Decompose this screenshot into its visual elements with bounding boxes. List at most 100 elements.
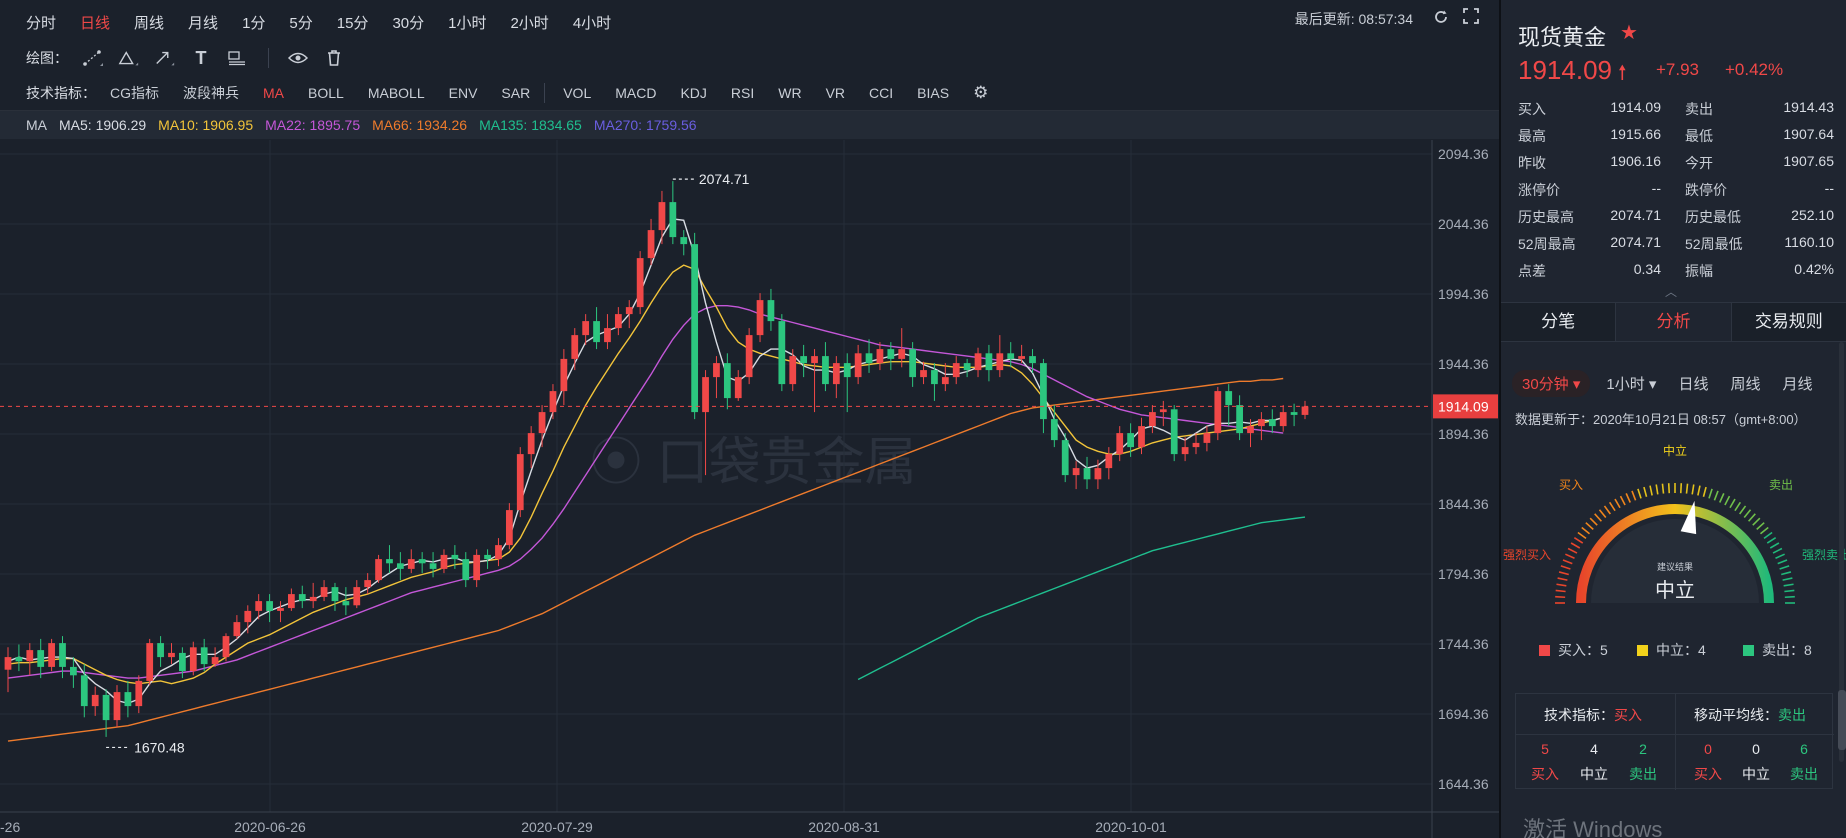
indicator-vol[interactable]: VOL	[563, 85, 591, 101]
indicator-macd[interactable]: MACD	[615, 85, 656, 101]
y-tick-label: 1894.36	[1438, 426, 1489, 442]
gauge-tick	[1562, 559, 1573, 565]
arrow-tool-icon[interactable]	[154, 48, 176, 68]
sentiment-gauge: 中立买入 卖出强烈买入 强烈卖出建议结果中立	[1503, 443, 1846, 604]
candlestick-chart[interactable]: ⦿ 口袋贵金属 2094.36 2044.36 1994.36 1944.36 1894…	[0, 140, 1499, 838]
candle-body	[1138, 426, 1145, 448]
candle-body	[331, 587, 339, 602]
period-tab-7[interactable]: 30分	[392, 12, 424, 33]
period-tab-3[interactable]: 月线	[188, 12, 218, 33]
candle-body	[800, 356, 808, 364]
gauge-tick	[1734, 501, 1742, 512]
text-tool-icon[interactable]: T	[190, 48, 212, 68]
tech-sell-count: 2	[1639, 741, 1647, 757]
panel-tab-0[interactable]: 分笔	[1501, 303, 1617, 341]
tech-indicator-value: 买入	[1614, 707, 1642, 723]
candle-body	[658, 202, 666, 231]
period-tab-0[interactable]: 分时	[26, 12, 56, 33]
analysis-period-tab-1[interactable]: 1小时 ▾	[1606, 373, 1656, 394]
candle-body	[168, 652, 175, 658]
panel-tabs: 分笔 分析 交易规则	[1501, 302, 1846, 342]
candle-body	[811, 356, 818, 364]
candle-body	[985, 353, 993, 371]
collapse-chevron-icon[interactable]: ︿	[1665, 283, 1677, 300]
ma-value-0: MA5: 1906.29	[59, 117, 147, 133]
candle-body	[952, 363, 960, 378]
gauge-tick	[1557, 577, 1568, 581]
candle-body	[440, 554, 448, 569]
gauge-tick	[1766, 536, 1777, 544]
summary-hline	[1516, 734, 1834, 735]
gauge-result: 中立	[1655, 579, 1695, 602]
indicator-cci[interactable]: CCI	[869, 85, 893, 101]
gauge-tick	[1558, 571, 1569, 576]
gauge-tick	[1781, 571, 1792, 576]
analysis-period-tab-2[interactable]: 日线	[1678, 373, 1708, 394]
analysis-period-tab-3[interactable]: 周线	[1730, 373, 1760, 394]
ma-buy-count: 0	[1704, 741, 1712, 757]
candle-body	[843, 363, 851, 378]
indicator-ma[interactable]: MA	[263, 85, 284, 101]
quote-label: 今开	[1685, 155, 1713, 171]
indicator-波段神兵[interactable]: 波段神兵	[183, 83, 239, 103]
candle-body	[1083, 468, 1091, 480]
indicator-sar[interactable]: SAR	[501, 85, 530, 101]
indicator-wr[interactable]: WR	[778, 85, 801, 101]
trash-icon[interactable]	[323, 48, 345, 68]
ma-values-bar: MA MA5: 1906.29 MA10: 1906.95 MA22: 1895.75…	[0, 111, 1499, 139]
y-tick-label: 2044.36	[1438, 216, 1489, 232]
period-tab-1[interactable]: 日线	[80, 12, 110, 33]
triangle-tool-icon[interactable]	[118, 48, 140, 68]
gauge-strong-buy-label: 强烈买入	[1503, 548, 1551, 562]
period-tab-10[interactable]: 4小时	[573, 12, 611, 33]
eye-icon[interactable]	[287, 48, 309, 68]
candle-body	[157, 643, 164, 658]
period-tab-9[interactable]: 2小时	[510, 12, 548, 33]
panel-tab-1[interactable]: 分析	[1616, 303, 1732, 341]
candle-body	[931, 370, 938, 385]
candle-body	[364, 580, 372, 588]
line-tool-icon[interactable]	[82, 48, 104, 68]
quote-value: 1160.10	[1784, 234, 1834, 250]
quote-value: 252.10	[1791, 207, 1834, 223]
indicator-vr[interactable]: VR	[826, 85, 845, 101]
panel-tab-2[interactable]: 交易规则	[1732, 303, 1846, 341]
candle-body	[211, 657, 219, 665]
candle-body	[124, 692, 132, 707]
favorite-star-icon[interactable]: ★	[1620, 20, 1638, 45]
candle-body	[723, 363, 731, 399]
indicator-cg指标[interactable]: CG指标	[110, 83, 159, 103]
moving-average-summary: 移动平均线：卖出	[1694, 705, 1806, 725]
settings-gear-icon[interactable]: ⚙	[973, 83, 988, 103]
indicator-rsi[interactable]: RSI	[731, 85, 754, 101]
candle-body	[429, 563, 437, 569]
analysis-period-tab-4[interactable]: 月线	[1782, 373, 1812, 394]
candle-body	[1127, 433, 1134, 448]
period-tab-6[interactable]: 15分	[337, 12, 369, 33]
analysis-period-tab-0[interactable]: 30分钟 ▾	[1512, 369, 1591, 397]
indicator-env[interactable]: ENV	[449, 85, 478, 101]
gauge-tick	[1585, 522, 1594, 530]
candle-body	[462, 559, 470, 581]
gauge-tick	[1779, 565, 1790, 570]
y-tick-label: 1644.36	[1438, 776, 1489, 792]
indicator-maboll[interactable]: MABOLL	[368, 85, 425, 101]
indicator-boll[interactable]: BOLL	[308, 85, 344, 101]
indicator-bias[interactable]: BIAS	[917, 85, 949, 101]
indicator-kdj[interactable]: KDJ	[680, 85, 706, 101]
gauge-tick	[1608, 501, 1616, 512]
ma-label: MA	[26, 117, 47, 133]
template-tool-icon[interactable]	[226, 48, 248, 68]
ma-buy-label: 买入	[1694, 766, 1722, 782]
period-tab-5[interactable]: 5分	[289, 12, 312, 33]
period-tab-8[interactable]: 1小时	[448, 12, 486, 33]
ma-neutral-label: 中立	[1742, 766, 1770, 782]
period-tab-4[interactable]: 1分	[242, 12, 265, 33]
gauge-tick	[1713, 490, 1719, 501]
panel-scrollbar-thumb[interactable]	[1838, 690, 1846, 750]
candle-body	[549, 391, 557, 413]
fullscreen-icon[interactable]	[1461, 8, 1481, 28]
period-tab-2[interactable]: 周线	[134, 12, 164, 33]
refresh-icon[interactable]	[1431, 8, 1451, 28]
gauge-tick	[1719, 493, 1725, 503]
